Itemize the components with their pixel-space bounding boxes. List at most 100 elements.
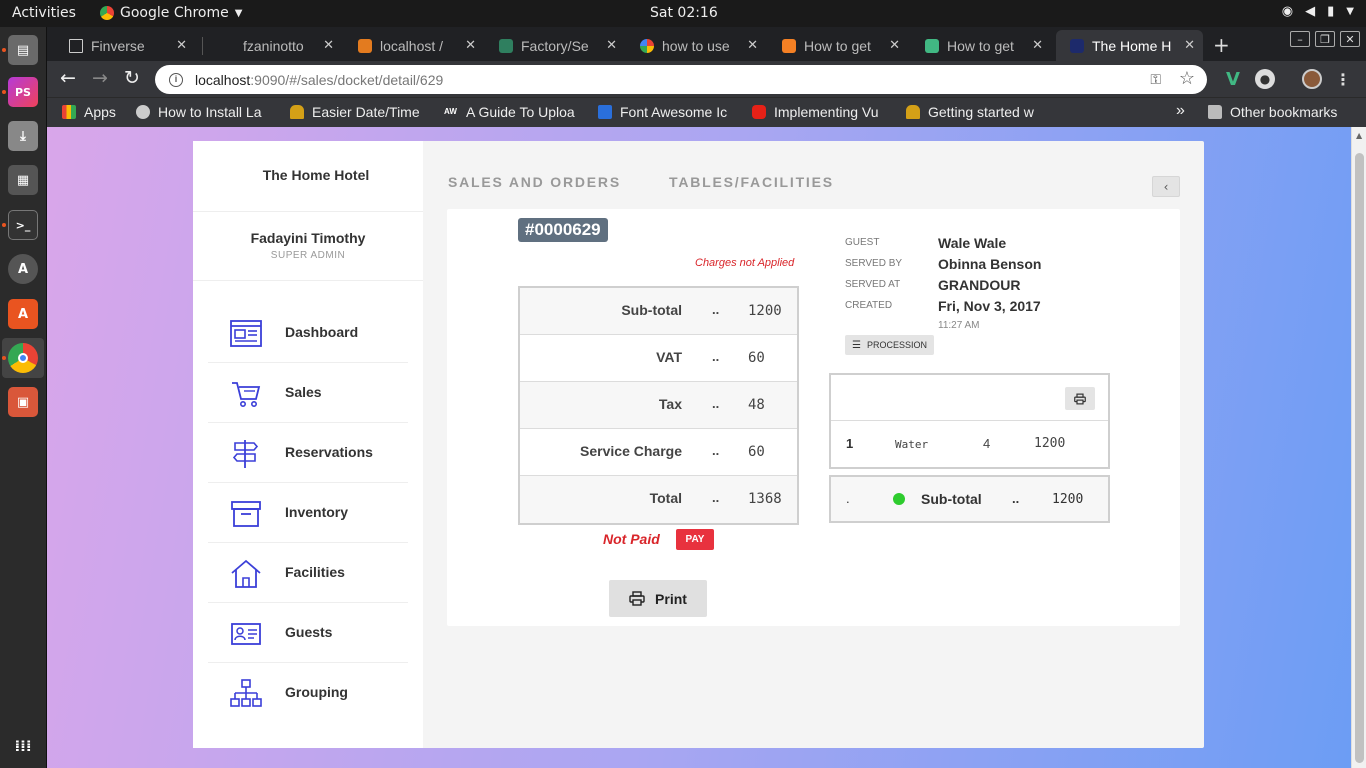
- guest-name: Wale Wale: [938, 235, 1007, 251]
- totals-table: Sub-total .. 1200 VAT .. 60 Tax .. 48 Se…: [518, 286, 799, 525]
- close-icon[interactable]: ✕: [1184, 37, 1195, 53]
- system-tray[interactable]: ◉ ◀ ▮ ▼: [1282, 4, 1354, 19]
- bookmarks-overflow-button[interactable]: »: [1176, 102, 1185, 120]
- maximize-button[interactable]: ❐: [1315, 31, 1335, 47]
- collapse-button[interactable]: ‹: [1152, 176, 1180, 197]
- phpstorm-icon[interactable]: PS: [8, 77, 38, 107]
- sidebar-item-label: Inventory: [285, 504, 349, 520]
- bookmark-item[interactable]: Font Awesome Ic: [598, 104, 738, 120]
- row-label: Total: [649, 490, 682, 506]
- sidebar-item-guests[interactable]: Guests: [208, 603, 408, 663]
- video-editor-icon[interactable]: ▦: [8, 165, 38, 195]
- browser-tab[interactable]: Factory/Se ✕: [485, 30, 625, 61]
- hotel-name[interactable]: The Home Hotel: [193, 167, 439, 183]
- pay-button[interactable]: PAY: [676, 529, 714, 550]
- scroll-up-arrow[interactable]: ▲: [1356, 131, 1362, 140]
- sidebar-item-label: Facilities: [285, 564, 345, 580]
- browser-tab[interactable]: Finverse ✕: [55, 30, 195, 61]
- back-button[interactable]: ←: [60, 67, 76, 89]
- scrollbar[interactable]: ▲: [1351, 127, 1366, 768]
- sidebar-item-facilities[interactable]: Facilities: [208, 543, 408, 603]
- bookmark-item[interactable]: AW A Guide To Uploa: [444, 104, 584, 120]
- served-at-label: SERVED AT: [845, 279, 901, 290]
- activities-button[interactable]: Activities: [12, 5, 76, 21]
- terminal-icon[interactable]: >_: [8, 210, 38, 240]
- site-icon: AW: [444, 107, 457, 116]
- software-center-icon[interactable]: A: [8, 299, 38, 329]
- browser-tab[interactable]: How to get ✕: [768, 30, 908, 61]
- sidebar-item-grouping[interactable]: Grouping: [208, 663, 408, 723]
- extension-icon[interactable]: ●: [1255, 69, 1275, 89]
- close-window-button[interactable]: ✕: [1340, 31, 1360, 47]
- browser-tab-active[interactable]: The Home H ✕: [1056, 30, 1203, 61]
- sidebar-item-sales[interactable]: Sales: [208, 363, 408, 423]
- close-icon[interactable]: ✕: [323, 37, 334, 53]
- info-icon[interactable]: i: [169, 72, 183, 87]
- sidebar-item-inventory[interactable]: Inventory: [208, 483, 408, 543]
- tab-sales-and-orders[interactable]: SALES AND ORDERS: [448, 174, 621, 190]
- avatar[interactable]: [1302, 69, 1322, 89]
- dock: ▤ PS ⤓ ▦ >_ A A ▣ ⁞⁞⁞: [0, 27, 47, 768]
- address-bar[interactable]: i localhost:9090/#/sales/docket/detail/6…: [155, 65, 1207, 94]
- key-icon[interactable]: ⚿: [1150, 71, 1161, 88]
- menu-icon[interactable]: ⋮: [1333, 69, 1353, 89]
- close-icon[interactable]: ✕: [1032, 37, 1043, 53]
- subtotal-value: 1200: [1052, 492, 1084, 507]
- print-order-button[interactable]: [1065, 387, 1095, 410]
- document-icon: [69, 38, 83, 53]
- show-apps-icon[interactable]: ⁞⁞⁞: [8, 731, 38, 761]
- row-label: Service Charge: [580, 443, 682, 459]
- minimize-button[interactable]: –: [1290, 31, 1310, 47]
- bookmark-item[interactable]: Easier Date/Time: [290, 104, 430, 120]
- clock[interactable]: Sat 02:16: [650, 5, 718, 21]
- tab-title: Factory/Se: [521, 37, 589, 54]
- scrollbar-thumb[interactable]: [1355, 153, 1364, 763]
- reload-button[interactable]: ↻: [124, 67, 140, 89]
- sidebar-item-reservations[interactable]: Reservations: [208, 423, 408, 483]
- bookmark-item[interactable]: Getting started w: [906, 104, 1046, 120]
- site-icon: [290, 105, 304, 119]
- close-icon[interactable]: ✕: [747, 37, 758, 53]
- other-bookmarks[interactable]: Other bookmarks: [1208, 104, 1337, 120]
- sidebar: The Home Hotel Fadayini Timothy SUPER AD…: [193, 141, 423, 748]
- tab-title: How to get: [947, 37, 1014, 54]
- created-label: CREATED: [845, 300, 893, 311]
- browser-tab[interactable]: How to get ✕: [911, 30, 1051, 61]
- tab-tables-facilities[interactable]: TABLES/FACILITIES: [669, 174, 834, 190]
- table-row: Sub-total .. 1200: [520, 288, 797, 335]
- browser-tab[interactable]: fzaninotto ✕: [207, 30, 342, 61]
- chrome-icon[interactable]: [8, 343, 38, 373]
- bookmark-apps[interactable]: Apps: [62, 104, 116, 120]
- subtotal-marker: .: [846, 491, 850, 506]
- bookmark-item[interactable]: Implementing Vu: [752, 104, 892, 120]
- site-icon: [136, 105, 150, 119]
- close-icon[interactable]: ✕: [176, 37, 187, 53]
- forward-button[interactable]: →: [92, 67, 108, 89]
- close-icon[interactable]: ✕: [606, 37, 617, 53]
- running-indicator: [2, 356, 6, 360]
- screenshot-icon[interactable]: ▣: [8, 387, 38, 417]
- tab-separator: [202, 37, 203, 55]
- battery-icon: ▮: [1327, 4, 1335, 19]
- bookmark-item[interactable]: How to Install La: [136, 104, 276, 120]
- star-icon[interactable]: ☆: [1179, 68, 1195, 89]
- print-button[interactable]: Print: [609, 580, 707, 617]
- app-menu[interactable]: Google Chrome ▼: [100, 5, 242, 21]
- sidebar-item-label: Guests: [285, 624, 333, 640]
- bookmark-label: Other bookmarks: [1230, 104, 1338, 120]
- row-dots: ..: [712, 490, 720, 505]
- software-updater-icon[interactable]: A: [8, 254, 38, 284]
- close-icon[interactable]: ✕: [889, 37, 900, 53]
- new-tab-button[interactable]: +: [1213, 33, 1230, 57]
- browser-tab[interactable]: localhost / ✕: [344, 30, 484, 61]
- subtotal-dots: ..: [1012, 491, 1020, 506]
- browser-tab[interactable]: how to use ✕: [626, 30, 766, 61]
- vue-devtools-icon[interactable]: V: [1223, 69, 1243, 90]
- close-icon[interactable]: ✕: [465, 37, 476, 53]
- files-manager-icon[interactable]: ▤: [8, 35, 38, 65]
- procession-button[interactable]: ☰ PROCESSION: [845, 335, 934, 355]
- charges-note: Charges not Applied: [695, 257, 795, 269]
- install-icon[interactable]: ⤓: [8, 121, 38, 151]
- chevron-left-icon: ‹: [1163, 179, 1169, 194]
- sidebar-item-dashboard[interactable]: Dashboard: [208, 303, 408, 363]
